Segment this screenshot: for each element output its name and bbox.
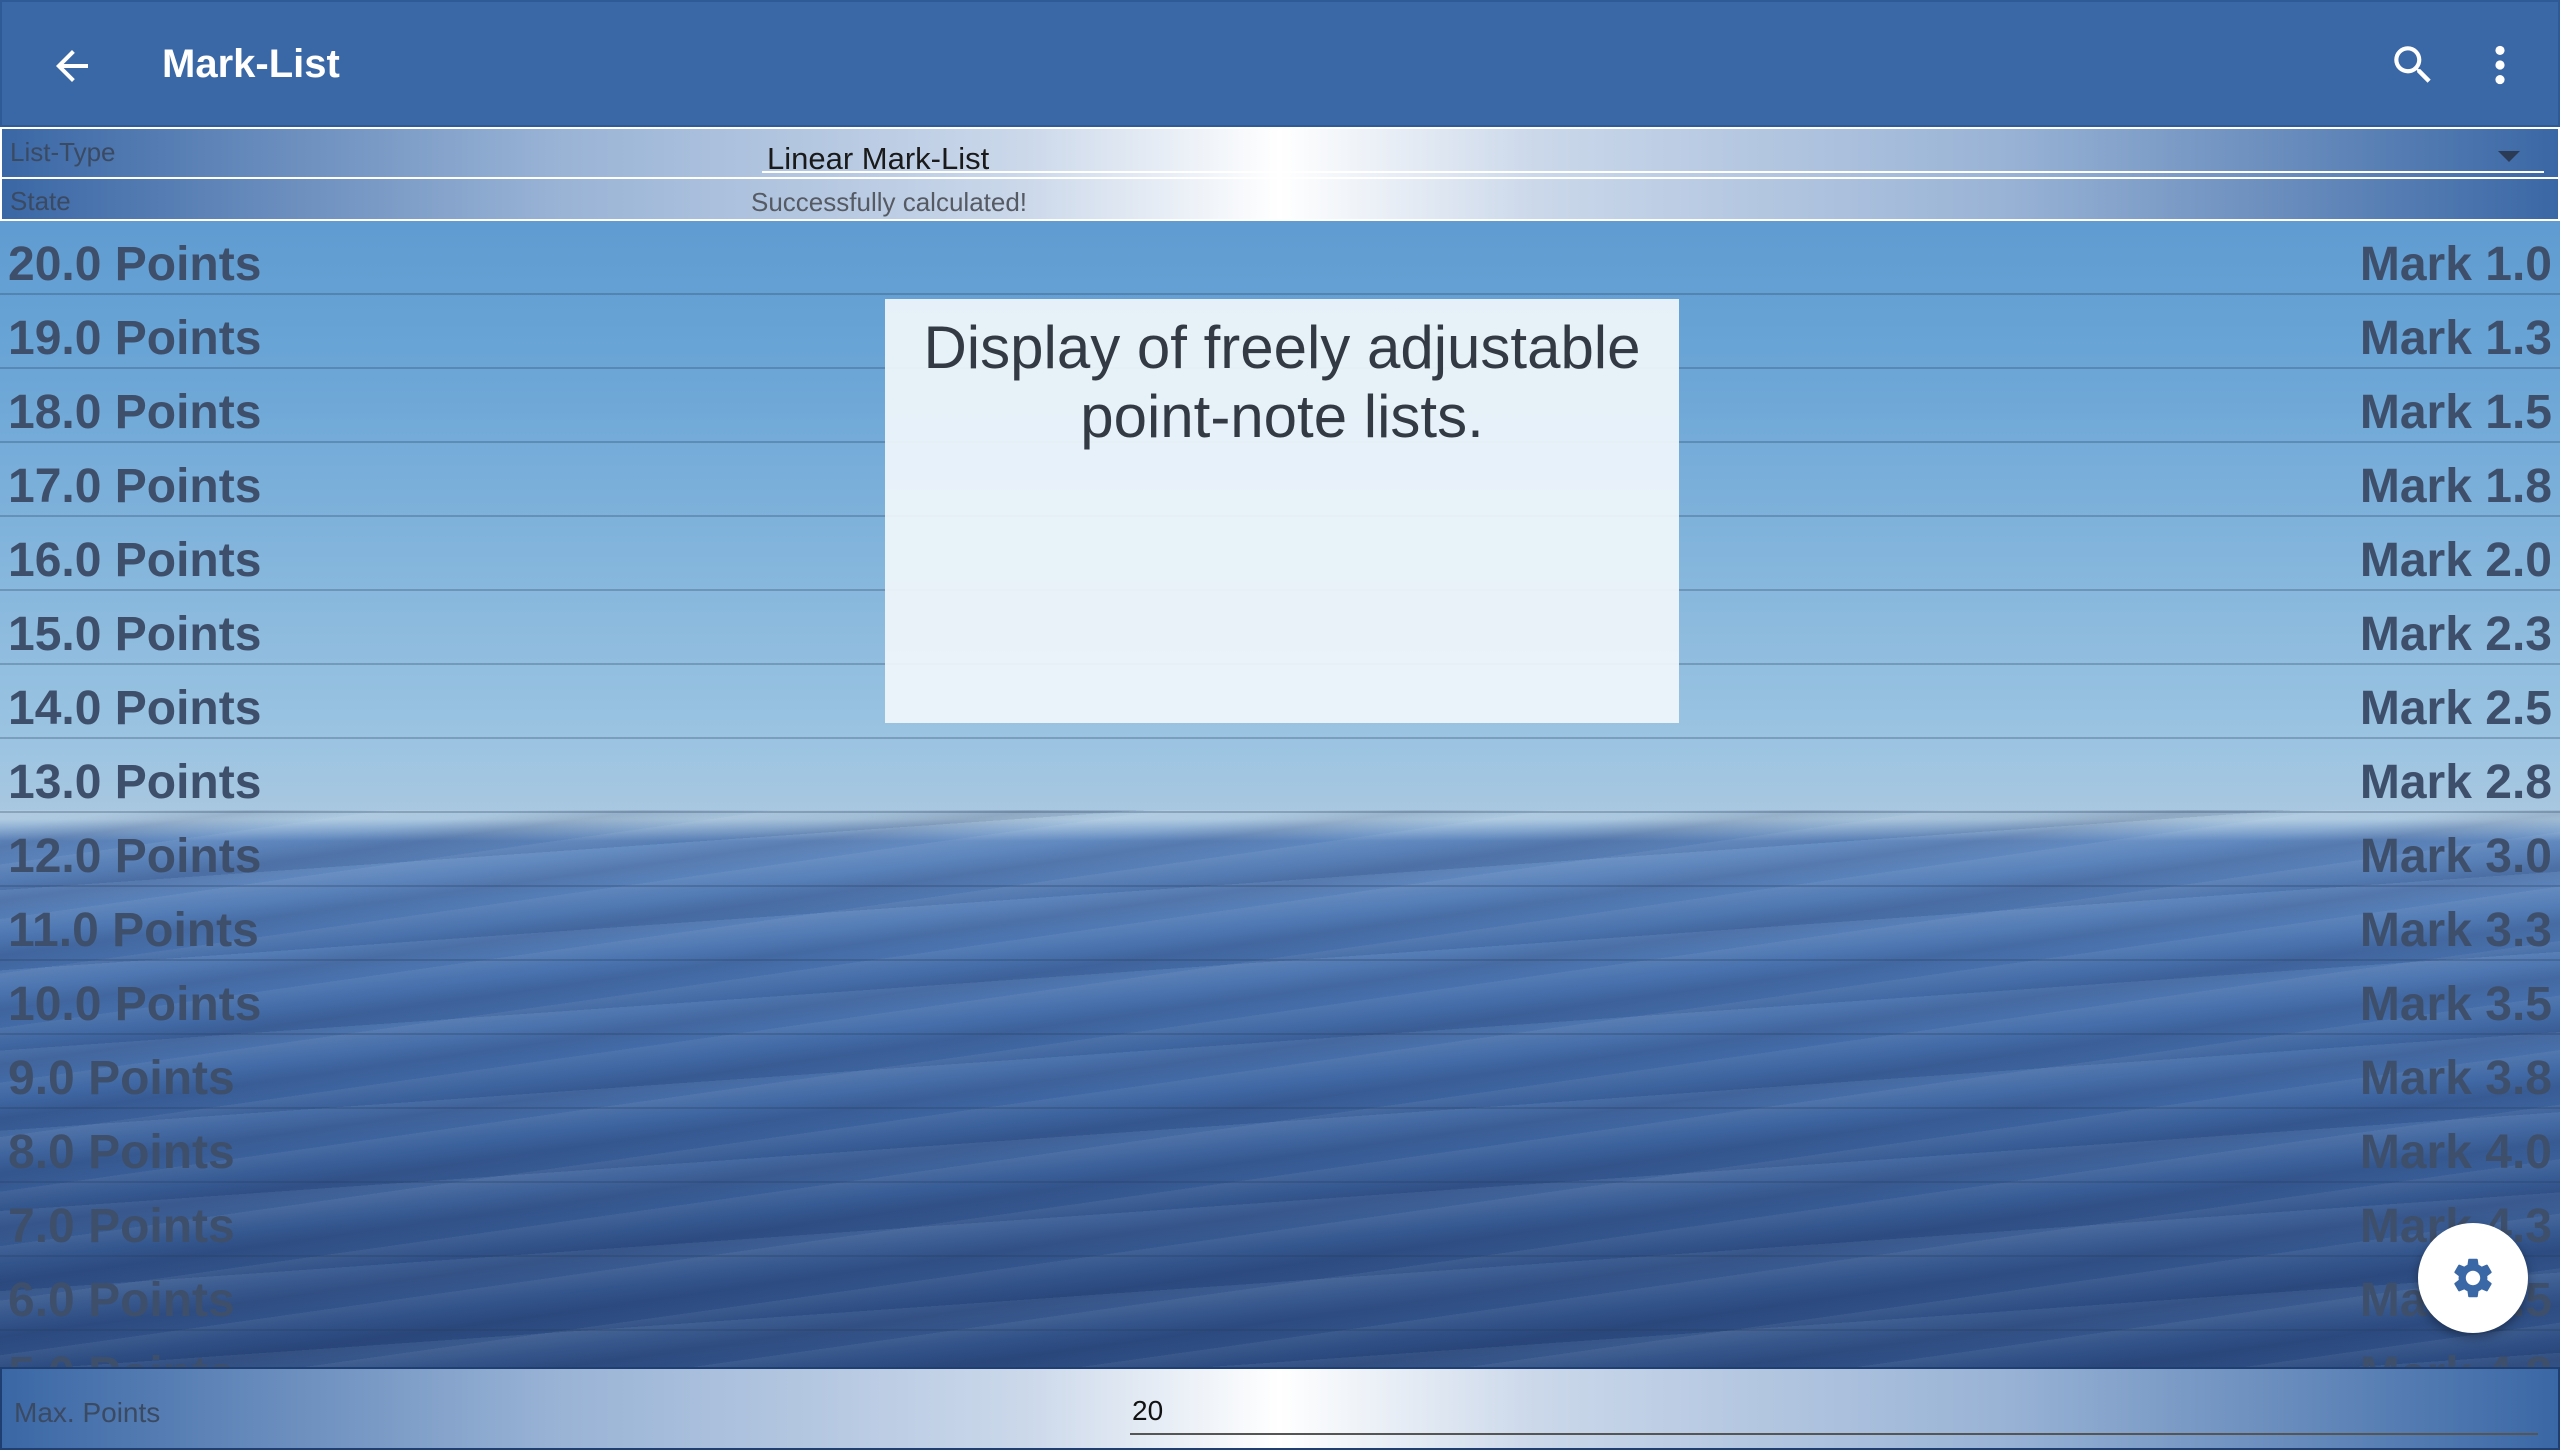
- mark-value: Mark 1.8: [2359, 460, 2552, 513]
- search-icon[interactable]: [2388, 40, 2438, 90]
- list-item[interactable]: 11.0 Points Mark 3.3: [0, 887, 2560, 961]
- dropdown-underline: [762, 171, 2544, 173]
- points-value: 7.0 Points: [8, 1200, 235, 1253]
- points-value: 17.0 Points: [8, 460, 262, 513]
- points-value: 16.0 Points: [8, 534, 262, 587]
- state-value: Successfully calculated!: [751, 187, 1028, 217]
- points-value: 9.0 Points: [8, 1052, 235, 1105]
- points-value: 14.0 Points: [8, 682, 262, 735]
- mark-value: Mark 4.0: [2359, 1126, 2552, 1179]
- gear-icon: [2454, 1258, 2492, 1298]
- settings-fab-button[interactable]: [2418, 1223, 2528, 1333]
- app-bar: Mark-List: [0, 0, 2560, 127]
- points-value: 10.0 Points: [8, 978, 262, 1031]
- mark-value: Mark 2.5: [2359, 682, 2552, 735]
- points-value: 18.0 Points: [8, 386, 262, 439]
- mark-value: Mark 3.5: [2359, 978, 2552, 1031]
- back-arrow-icon[interactable]: [48, 42, 96, 90]
- dropdown-arrow-icon[interactable]: [2498, 151, 2520, 162]
- state-label: State: [10, 186, 71, 216]
- points-value: 8.0 Points: [8, 1126, 235, 1179]
- mark-value: Mark 1.5: [2359, 386, 2552, 439]
- mark-value: Mark 1.0: [2359, 238, 2552, 291]
- mark-value: Mark 3.3: [2359, 904, 2552, 957]
- points-value: 5.0 Points: [8, 1347, 235, 1367]
- mark-value: Mark 2.8: [2359, 756, 2552, 809]
- points-value: 12.0 Points: [8, 830, 262, 883]
- max-points-label: Max. Points: [14, 1397, 161, 1428]
- points-value: 11.0 Points: [8, 904, 259, 957]
- max-points-input[interactable]: 20: [1132, 1395, 1163, 1427]
- points-value: 6.0 Points: [8, 1274, 235, 1327]
- max-points-underline: [1130, 1433, 2538, 1435]
- points-value: 19.0 Points: [8, 312, 262, 365]
- list-item[interactable]: 5.0 Points Mark 4.8: [0, 1331, 2560, 1367]
- page-title: Mark-List: [162, 42, 340, 86]
- list-item[interactable]: 6.0 PointsMark 4.5: [0, 1257, 2560, 1331]
- max-points-bar: Max. Points 20: [0, 1367, 2560, 1450]
- points-value: 20.0 Points: [8, 238, 262, 291]
- points-value: 13.0 Points: [8, 756, 262, 809]
- list-item[interactable]: 10.0 Points Mark 3.5: [0, 961, 2560, 1035]
- list-item[interactable]: 8.0 Points Mark 4.0: [0, 1109, 2560, 1183]
- mark-value: Mark 4.8: [2360, 1347, 2552, 1367]
- mark-value: Mark 3.0: [2359, 830, 2552, 883]
- more-vert-icon[interactable]: [2480, 40, 2520, 90]
- info-tooltip: Display of freely adjustable point-note …: [885, 299, 1679, 723]
- list-item[interactable]: 7.0 Points Mark 4.3: [0, 1183, 2560, 1257]
- mark-value: Mark 2.0: [2359, 534, 2552, 587]
- mark-value: Mark 3.8: [2359, 1052, 2552, 1105]
- state-row: State Successfully calculated!: [0, 179, 2560, 221]
- list-item[interactable]: 9.0 Points Mark 3.8: [0, 1035, 2560, 1109]
- points-value: 15.0 Points: [8, 608, 262, 661]
- list-type-label: List-Type: [10, 137, 116, 167]
- list-item[interactable]: 12.0 Points Mark 3.0: [0, 813, 2560, 887]
- list-item[interactable]: 20.0 Points Mark 1.0: [0, 221, 2560, 295]
- mark-value: Mark 1.3: [2359, 312, 2552, 365]
- list-type-dropdown[interactable]: List-Type Linear Mark-List: [0, 127, 2560, 179]
- list-item[interactable]: 13.0 Points Mark 2.8: [0, 739, 2560, 813]
- mark-value: Mark 2.3: [2359, 608, 2552, 661]
- tooltip-text: Display of freely adjustable point-note …: [923, 314, 1641, 450]
